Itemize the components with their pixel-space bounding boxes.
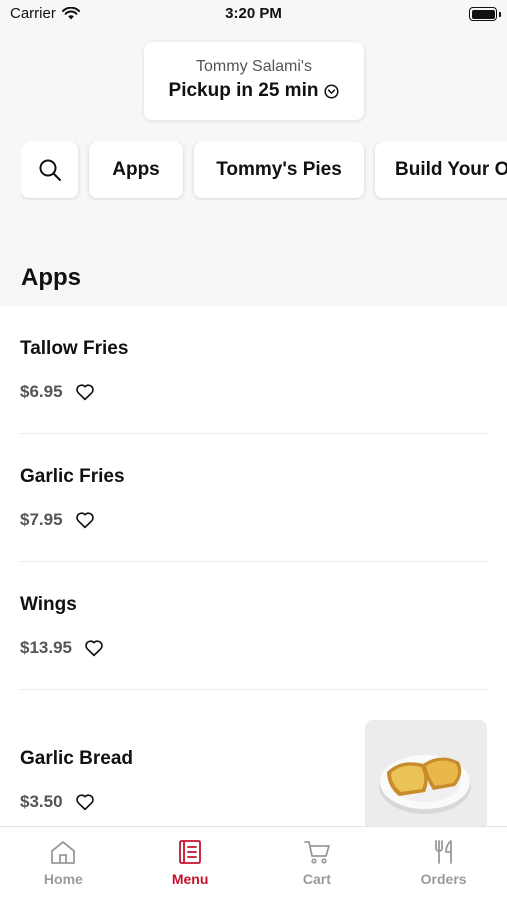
heart-icon[interactable] <box>84 639 104 657</box>
tab-home[interactable]: Home <box>0 827 127 900</box>
item-price: $7.95 <box>20 510 63 529</box>
store-selector[interactable]: Tommy Salami's Pickup in 25 min <box>144 42 364 120</box>
heart-icon[interactable] <box>75 511 95 529</box>
battery-icon <box>469 7 501 21</box>
search-icon <box>39 159 61 181</box>
item-name: Garlic Fries <box>20 466 125 487</box>
tab-bar: Home Menu Cart Orders <box>0 826 507 900</box>
heart-icon[interactable] <box>75 383 95 401</box>
tab-label: Orders <box>420 871 467 887</box>
category-chip-apps[interactable]: Apps <box>89 142 183 198</box>
menu-item-garlic-bread[interactable]: Garlic Bread $3.50 <box>20 690 487 826</box>
menu-item-garlic-fries[interactable]: Garlic Fries $7.95 <box>20 434 487 562</box>
garlic-bread-photo <box>365 720 487 826</box>
clock: 3:20 PM <box>225 5 282 22</box>
orders-icon <box>434 840 452 864</box>
category-chip-tommys-pies[interactable]: Tommy's Pies <box>194 142 364 198</box>
tab-label: Cart <box>302 871 331 887</box>
chevron-down-icon <box>324 83 340 99</box>
tab-orders[interactable]: Orders <box>380 827 507 900</box>
item-name: Tallow Fries <box>20 338 129 359</box>
tab-cart[interactable]: Cart <box>254 827 381 900</box>
menu-list: Tallow Fries $6.95 Garlic Fries $7.95 Wi… <box>0 306 507 826</box>
status-bar: Carrier 3:20 PM <box>0 0 507 28</box>
tab-label: Menu <box>171 871 209 887</box>
search-button[interactable] <box>21 142 78 198</box>
home-icon <box>51 841 76 864</box>
store-name: Tommy Salami's <box>196 58 312 75</box>
section-title: Apps <box>21 264 81 291</box>
category-chips: Apps Tommy's Pies Build Your O <box>21 142 507 200</box>
item-price: $13.95 <box>20 638 72 657</box>
item-price: $3.50 <box>20 792 63 811</box>
pickup-time-row[interactable]: Pickup in 25 min <box>144 80 364 102</box>
tab-label: Home <box>43 871 83 887</box>
category-chip-build-your-own[interactable]: Build Your O <box>375 142 507 198</box>
heart-icon[interactable] <box>75 793 95 811</box>
tab-menu[interactable]: Menu <box>127 827 254 900</box>
menu-icon <box>179 840 202 864</box>
menu-item-wings[interactable]: Wings $13.95 <box>20 562 487 690</box>
item-price: $6.95 <box>20 382 63 401</box>
menu-item-tallow-fries[interactable]: Tallow Fries $6.95 <box>20 306 487 434</box>
cart-icon <box>303 841 330 864</box>
item-name: Wings <box>20 594 77 615</box>
pickup-time-label: Pickup in 25 min <box>168 80 319 101</box>
